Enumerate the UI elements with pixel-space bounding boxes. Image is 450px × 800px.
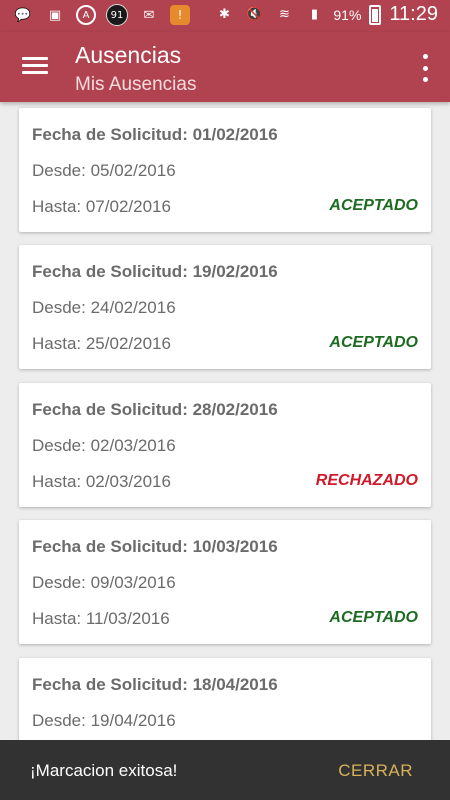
request-date: Fecha de Solicitud: 18/04/2016 bbox=[32, 675, 278, 694]
end-date: Hasta: 02/03/2016 bbox=[32, 472, 171, 491]
end-date: Hasta: 11/03/2016 bbox=[32, 609, 170, 628]
status-bar-system: ✱ 🔇 ≋ ▮ 91% 11:29 bbox=[213, 3, 438, 26]
end-date: Hasta: 07/02/2016 bbox=[32, 197, 171, 216]
hamburger-menu-icon[interactable] bbox=[18, 54, 52, 80]
clock: 11:29 bbox=[389, 3, 438, 25]
battery-icon bbox=[369, 4, 382, 25]
absence-card[interactable]: Fecha de Solicitud: 01/02/2016 Desde: 05… bbox=[19, 108, 431, 232]
chat-bubble-icon: 💬 bbox=[14, 7, 32, 23]
absence-card[interactable]: Fecha de Solicitud: 28/02/2016 Desde: 02… bbox=[19, 383, 431, 507]
absence-card[interactable]: Fecha de Solicitud: 19/02/2016 Desde: 24… bbox=[19, 245, 431, 369]
request-date: Fecha de Solicitud: 01/02/2016 bbox=[32, 125, 278, 144]
status-badge: ACEPTADO bbox=[329, 334, 418, 351]
start-date: Desde: 19/04/2016 bbox=[32, 711, 176, 730]
start-date: Desde: 05/02/2016 bbox=[32, 161, 176, 180]
notification-badge-icon: 91 bbox=[106, 4, 128, 26]
wifi-icon: ≋ bbox=[278, 7, 290, 22]
request-date: Fecha de Solicitud: 19/02/2016 bbox=[32, 262, 278, 281]
overflow-menu-icon[interactable] bbox=[420, 54, 430, 82]
status-badge: RECHAZADO bbox=[315, 472, 418, 489]
start-date: Desde: 09/03/2016 bbox=[32, 573, 176, 592]
battery-percent: 91% bbox=[333, 6, 362, 23]
mail-icon: ✉ bbox=[143, 7, 155, 23]
request-date: Fecha de Solicitud: 28/02/2016 bbox=[32, 400, 278, 419]
mute-icon: 🔇 bbox=[246, 7, 263, 22]
absence-card[interactable]: Fecha de Solicitud: 10/03/2016 Desde: 09… bbox=[19, 520, 431, 644]
end-date: Hasta: 25/02/2016 bbox=[32, 334, 171, 353]
start-date: Desde: 24/02/2016 bbox=[32, 298, 176, 317]
absence-list[interactable]: Fecha de Solicitud: 01/02/2016 Desde: 05… bbox=[0, 102, 450, 740]
status-bar-notifications: 💬 ▣ A 91 ✉ ! bbox=[12, 4, 190, 26]
app-alert-icon: ! bbox=[170, 5, 190, 25]
signal-icon: ▮ bbox=[310, 7, 318, 22]
request-date: Fecha de Solicitud: 10/03/2016 bbox=[32, 537, 278, 556]
sim-card-icon: ▣ bbox=[48, 7, 62, 23]
status-bar: 💬 ▣ A 91 ✉ ! ✱ 🔇 ≋ ▮ 91% 11:29 bbox=[0, 0, 450, 32]
status-badge: ACEPTADO bbox=[329, 197, 418, 214]
snackbar-message: ¡Marcacion exitosa! bbox=[30, 761, 178, 780]
bluetooth-icon: ✱ bbox=[218, 7, 230, 22]
snackbar: ¡Marcacion exitosa! CERRAR bbox=[0, 740, 450, 800]
start-date: Desde: 02/03/2016 bbox=[32, 436, 176, 455]
app-bar: Ausencias Mis Ausencias bbox=[0, 32, 450, 102]
status-badge: ACEPTADO bbox=[329, 609, 418, 626]
page-subtitle: Mis Ausencias bbox=[75, 74, 197, 95]
page-title: Ausencias bbox=[75, 42, 182, 68]
app-circle-icon: A bbox=[76, 5, 96, 25]
absence-card[interactable]: Fecha de Solicitud: 18/04/2016 Desde: 19… bbox=[19, 658, 431, 740]
close-snackbar-button[interactable]: CERRAR bbox=[338, 761, 413, 781]
